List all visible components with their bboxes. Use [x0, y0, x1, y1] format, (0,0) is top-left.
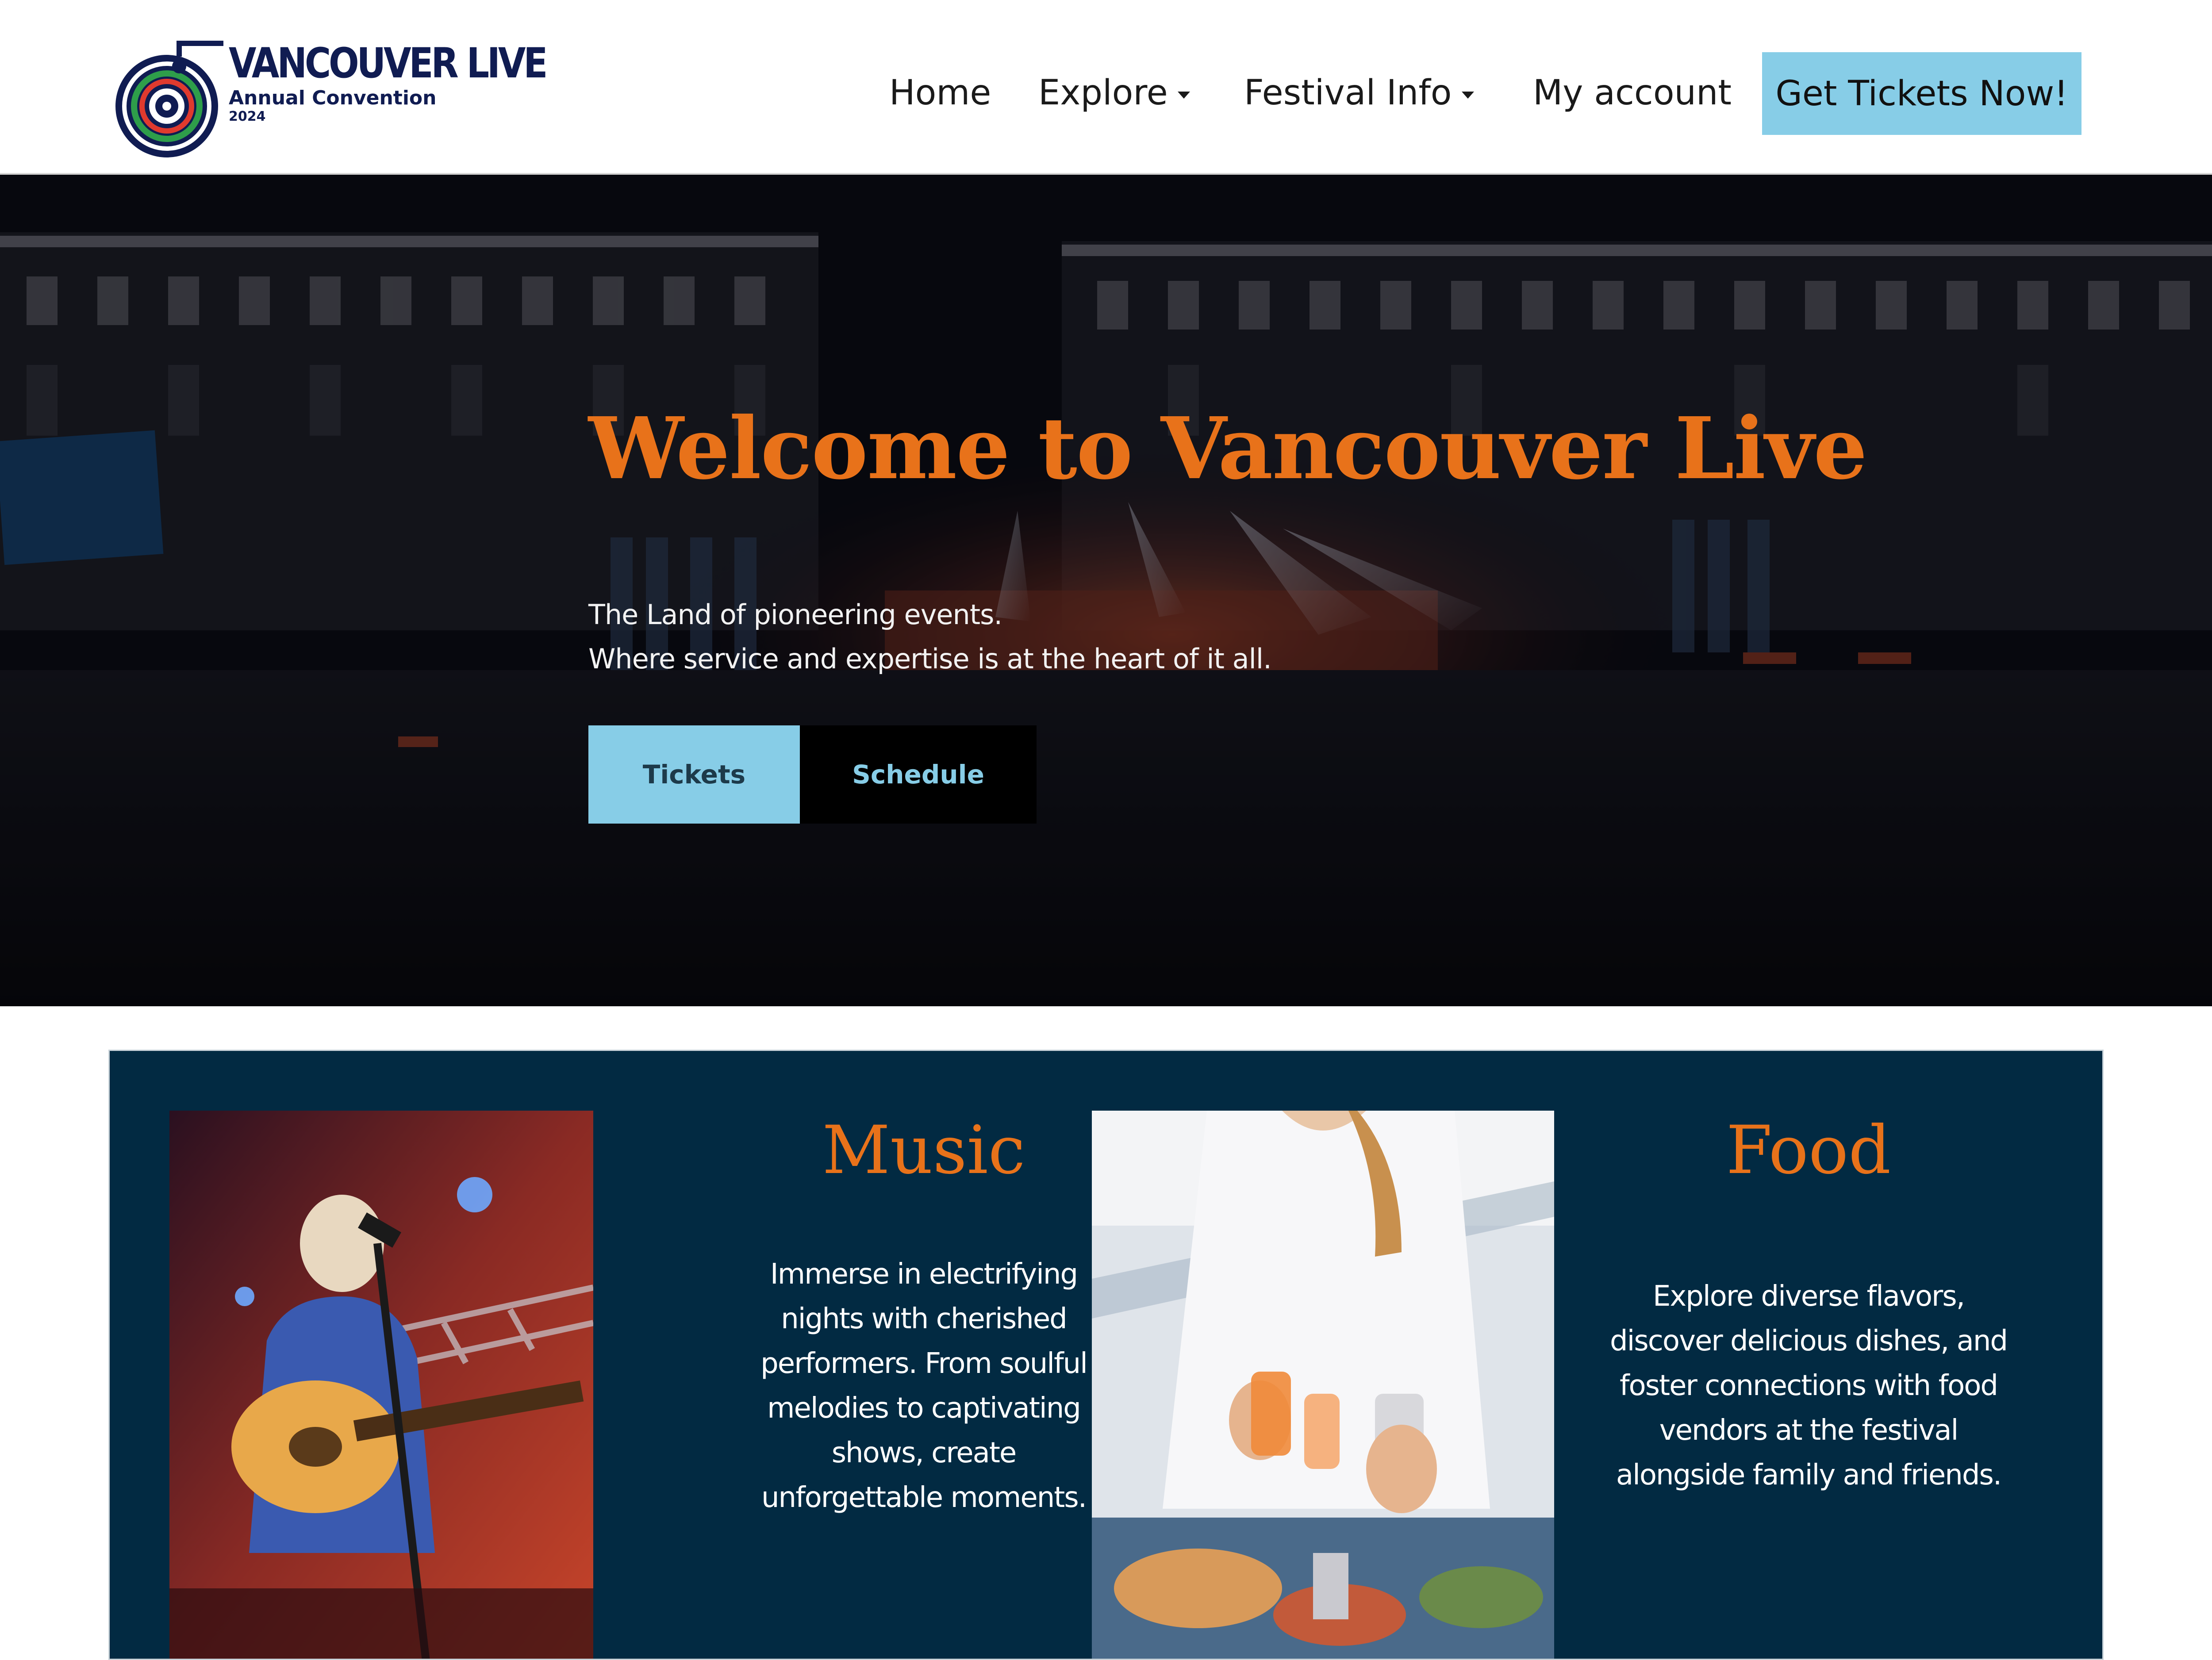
food-description-line: discover delicious dishes, and: [1609, 1325, 2008, 1357]
food-description-line: vendors at the festival: [1659, 1414, 1959, 1447]
hero-tagline-line-1: The Land of pioneering events.: [588, 598, 1002, 631]
logo-subtitle: Annual Convention: [229, 87, 437, 109]
logo-name: VANCOUVER LIVE: [229, 39, 548, 88]
dropdown-caret-icon: [1177, 91, 1190, 99]
food-photo: [1092, 1111, 1554, 1659]
logo-text: VANCOUVER LIVE Annual Convention 2024: [229, 42, 597, 125]
concert-stage-background-image: [0, 175, 2212, 1006]
vinyl-record-icon: [115, 41, 223, 157]
logo-year: 2024: [229, 109, 266, 124]
site-logo[interactable]: VANCOUVER LIVE Annual Convention 2024: [113, 39, 548, 167]
dropdown-caret-icon: [1461, 91, 1474, 99]
nav-my-account[interactable]: My account: [1533, 71, 1732, 115]
nav-home-label: Home: [889, 73, 991, 113]
nav-explore-label: Explore: [1038, 73, 1168, 113]
friends-toasting-photo-image: [1092, 1111, 1554, 1659]
features-section: Music Immerse in electrifying nights wit…: [108, 1050, 2104, 1660]
food-description: Explore diverse flavors, discover delici…: [1556, 1274, 2061, 1498]
get-tickets-button[interactable]: Get Tickets Now!: [1762, 52, 2081, 135]
guitarist-photo-image: [169, 1111, 593, 1659]
nav-my-account-label: My account: [1533, 73, 1732, 113]
tickets-button[interactable]: Tickets: [588, 725, 800, 824]
food-description-line: foster connections with food: [1619, 1369, 1998, 1402]
schedule-button[interactable]: Schedule: [800, 725, 1037, 824]
music-photo: [169, 1111, 593, 1659]
hero-banner: Welcome to Vancouver Live The Land of pi…: [0, 175, 2212, 1006]
food-title: Food: [1726, 1112, 1891, 1189]
food-description-line: alongside family and friends.: [1616, 1459, 2002, 1491]
hero-tagline-line-2: Where service and expertise is at the he…: [588, 643, 1272, 675]
food-description-line: Explore diverse flavors,: [1652, 1280, 1965, 1313]
nav-explore[interactable]: Explore: [1038, 71, 1190, 115]
site-header: VANCOUVER LIVE Annual Convention 2024 Ho…: [0, 0, 2212, 175]
nav-home[interactable]: Home: [889, 71, 991, 115]
hero-title: Welcome to Vancouver Live: [588, 399, 1867, 498]
nav-festival-info-label: Festival Info: [1244, 73, 1452, 113]
nav-festival-info[interactable]: Festival Info: [1244, 71, 1474, 115]
